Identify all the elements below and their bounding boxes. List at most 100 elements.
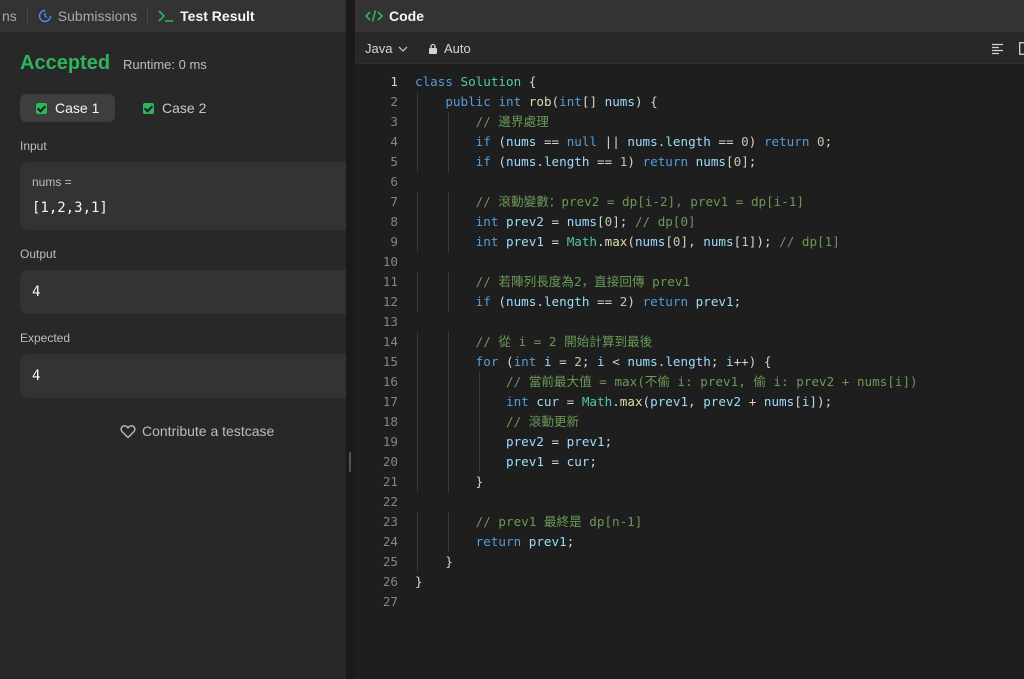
language-select[interactable]: Java: [365, 41, 414, 56]
case-1-tab[interactable]: Case 1: [20, 94, 116, 122]
line-number: 15: [382, 354, 398, 369]
code-line[interactable]: 16 // 當前最大值 = max(不偷 i: prev1, 偷 i: prev…: [355, 372, 1024, 392]
code-line[interactable]: 14 // 從 i = 2 開始計算到最後: [355, 332, 1024, 352]
code-line[interactable]: 17 int cur = Math.max(prev1, prev2 + num…: [355, 392, 1024, 412]
line-number: 24: [382, 534, 398, 549]
auto-label: Auto: [444, 41, 471, 56]
code-text: }: [415, 574, 423, 589]
check-icon: [143, 102, 154, 114]
code-line[interactable]: 13: [355, 312, 1024, 332]
tab-descriptions-label: ns: [2, 8, 17, 24]
line-number: 8: [390, 214, 398, 229]
code-text: if (nums.length == 1) return nums[0];: [475, 154, 757, 169]
contribute-testcase-link[interactable]: Contribute a testcase: [120, 423, 274, 439]
line-number: 27: [382, 594, 398, 609]
code-text: // 邊界處理: [475, 114, 549, 129]
code-text: if (nums == null || nums.length == 0) re…: [475, 134, 833, 149]
input-label: Input: [20, 139, 47, 153]
line-number: 9: [390, 234, 398, 249]
code-text: // 從 i = 2 開始計算到最後: [475, 334, 653, 349]
line-number: 1: [390, 74, 398, 89]
line-number: 12: [382, 294, 398, 309]
code-text: class Solution {: [415, 74, 537, 89]
code-line[interactable]: 19 prev2 = prev1;: [355, 432, 1024, 452]
panel-resize-handle[interactable]: [346, 0, 355, 679]
output-value: 4: [32, 284, 41, 300]
check-icon: [36, 102, 47, 114]
tab-submissions[interactable]: Submissions: [38, 0, 137, 32]
code-text: int prev1 = Math.max(nums[0], nums[1]); …: [475, 234, 840, 249]
code-text: return prev1;: [475, 534, 575, 549]
tab-test-result[interactable]: Test Result: [158, 0, 255, 32]
code-line[interactable]: 1 class Solution {: [355, 72, 1024, 92]
line-number: 20: [382, 454, 398, 469]
code-text: // 當前最大值 = max(不偷 i: prev1, 偷 i: prev2 +…: [506, 374, 918, 389]
expected-label: Expected: [20, 331, 71, 345]
expected-value: 4: [32, 368, 41, 384]
code-text: // 若陣列長度為2，直接回傳 prev1: [475, 274, 691, 289]
code-text: int cur = Math.max(prev1, prev2 + nums[i…: [506, 394, 833, 409]
line-number: 19: [382, 434, 398, 449]
line-number: 18: [382, 414, 398, 429]
code-line[interactable]: 15 for (int i = 2; i < nums.length; i++)…: [355, 352, 1024, 372]
code-line[interactable]: 10: [355, 252, 1024, 272]
tab-separator: [26, 9, 28, 23]
tab-submissions-label: Submissions: [57, 8, 138, 24]
code-text: prev2 = prev1;: [506, 434, 613, 449]
case-1-label: Case 1: [55, 100, 100, 116]
auto-mode-toggle[interactable]: Auto: [428, 41, 471, 56]
code-line[interactable]: 25 }: [355, 552, 1024, 572]
code-line[interactable]: 8 int prev2 = nums[0]; // dp[0]: [355, 212, 1024, 232]
input-var-name: nums =: [32, 175, 72, 189]
code-line[interactable]: 4 if (nums == null || nums.length == 0) …: [355, 132, 1024, 152]
format-icon[interactable]: [991, 42, 1004, 60]
code-line[interactable]: 27: [355, 592, 1024, 612]
code-line[interactable]: 12 if (nums.length == 2) return prev1;: [355, 292, 1024, 312]
test-result-panel: ns Submissions Test Result Accepted Runt…: [0, 0, 346, 679]
line-number: 4: [390, 134, 398, 149]
line-number: 22: [382, 494, 398, 509]
code-line[interactable]: 5 if (nums.length == 1) return nums[0];: [355, 152, 1024, 172]
code-panel: Code Java Auto 1 class Solution { 2 public…: [355, 0, 1024, 679]
heart-icon: [120, 424, 136, 439]
contribute-label: Contribute a testcase: [142, 423, 275, 439]
code-line[interactable]: 18 // 滾動更新: [355, 412, 1024, 432]
code-text: public int rob(int[] nums) {: [445, 94, 658, 109]
terminal-icon: [158, 9, 174, 23]
code-line[interactable]: 21 }: [355, 472, 1024, 492]
code-line[interactable]: 22: [355, 492, 1024, 512]
language-label: Java: [365, 41, 393, 56]
code-text: }: [415, 554, 453, 569]
line-number: 17: [382, 394, 398, 409]
code-line[interactable]: 2 public int rob(int[] nums) {: [355, 92, 1024, 112]
line-number: 23: [382, 514, 398, 529]
case-2-tab[interactable]: Case 2: [127, 94, 222, 122]
bookmark-icon[interactable]: [1019, 42, 1024, 60]
code-line[interactable]: 9 int prev1 = Math.max(nums[0], nums[1])…: [355, 232, 1024, 252]
code-text: // prev1 最終是 dp[n-1]: [475, 514, 643, 529]
code-line[interactable]: 23 // prev1 最終是 dp[n-1]: [355, 512, 1024, 532]
code-line[interactable]: 3 // 邊界處理: [355, 112, 1024, 132]
code-line[interactable]: 11 // 若陣列長度為2，直接回傳 prev1: [355, 272, 1024, 292]
result-status: Accepted: [20, 52, 111, 74]
code-line[interactable]: 26}: [355, 572, 1024, 592]
code-text: if (nums.length == 2) return prev1;: [475, 294, 742, 309]
code-line[interactable]: 24 return prev1;: [355, 532, 1024, 552]
code-line[interactable]: 20 prev1 = cur;: [355, 452, 1024, 472]
code-editor[interactable]: 1 class Solution { 2 public int rob(int[] …: [355, 72, 1024, 612]
code-line[interactable]: 7 // 滾動變數：prev2 = dp[i-2], prev1 = dp[i-…: [355, 192, 1024, 212]
line-number: 7: [390, 194, 398, 209]
code-line[interactable]: 6: [355, 172, 1024, 192]
code-text: // 滾動更新: [506, 414, 580, 429]
code-text: prev1 = cur;: [506, 454, 598, 469]
tab-descriptions[interactable]: ns: [2, 0, 17, 32]
line-number: 6: [390, 174, 398, 189]
line-number: 16: [382, 374, 398, 389]
code-header: Code: [355, 0, 1024, 32]
line-number: 21: [382, 474, 398, 489]
code-text: }: [415, 474, 484, 489]
tab-test-result-label: Test Result: [180, 8, 255, 24]
line-number: 2: [390, 94, 398, 109]
code-icon: [365, 9, 383, 23]
line-number: 25: [382, 554, 398, 569]
